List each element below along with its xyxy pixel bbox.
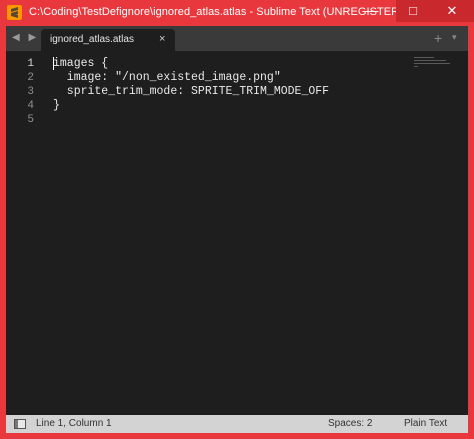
tab-ignored-atlas[interactable]: ignored_atlas.atlas × — [41, 29, 175, 51]
tab-list-chevron-icon[interactable]: ▾ — [452, 32, 457, 43]
line-number: 5 — [27, 114, 34, 126]
status-bar: Line 1, Column 1 Spaces: 2 Plain Text — [6, 415, 468, 433]
panel-toggle-icon[interactable] — [14, 419, 26, 429]
line-number: 2 — [27, 72, 34, 84]
tab-label: ignored_atlas.atlas — [50, 34, 134, 45]
close-window-button[interactable]: ✕ — [430, 0, 474, 22]
cursor-position: Line 1, Column 1 — [36, 418, 112, 429]
minimize-button[interactable]: — — [355, 0, 389, 22]
sublime-logo-icon — [7, 5, 22, 20]
line-number: 4 — [27, 100, 34, 112]
new-tab-plus-icon[interactable]: + — [434, 30, 442, 46]
code-line[interactable]: images { — [53, 57, 108, 70]
syntax-selector[interactable]: Plain Text — [404, 418, 447, 429]
line-number: 1 — [27, 58, 34, 70]
editor-frame: ◀ ▶ ignored_atlas.atlas × + ▾ 1 2 3 4 5 … — [6, 26, 468, 433]
indentation-setting[interactable]: Spaces: 2 — [328, 418, 372, 429]
code-editor[interactable]: 1 2 3 4 5 images { image: "/non_existed_… — [6, 51, 468, 415]
code-line[interactable]: } — [53, 99, 60, 112]
tab-nav-arrows-icon[interactable]: ◀ ▶ — [12, 32, 39, 43]
line-number: 3 — [27, 86, 34, 98]
code-line[interactable]: sprite_trim_mode: SPRITE_TRIM_MODE_OFF — [53, 85, 329, 98]
text-cursor — [53, 57, 54, 70]
tab-close-icon[interactable]: × — [159, 33, 165, 45]
maximize-button[interactable]: □ — [396, 0, 430, 22]
title-bar[interactable]: C:\Coding\TestDefignore\ignored_atlas.at… — [0, 0, 474, 26]
app-window: C:\Coding\TestDefignore\ignored_atlas.at… — [0, 0, 474, 439]
minimap[interactable] — [414, 57, 450, 71]
line-gutter: 1 2 3 4 5 — [6, 51, 46, 415]
code-line[interactable]: image: "/non_existed_image.png" — [53, 71, 281, 84]
tab-bar: ◀ ▶ ignored_atlas.atlas × + ▾ — [6, 26, 468, 51]
